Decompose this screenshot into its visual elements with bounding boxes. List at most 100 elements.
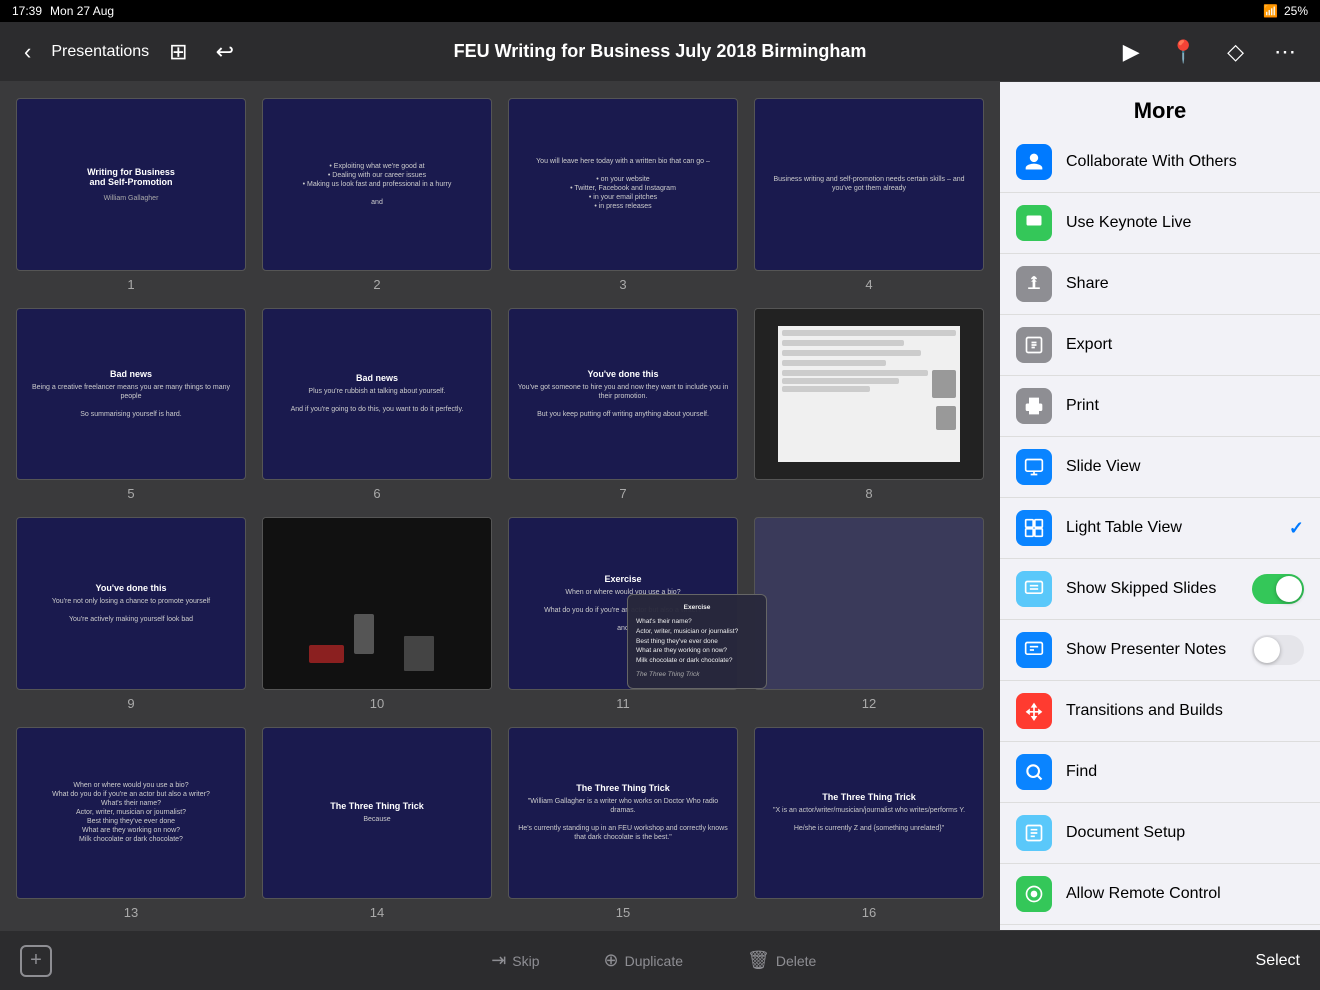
slide-item[interactable]: 10 bbox=[262, 517, 492, 711]
slide-item[interactable]: You will leave here today with a written… bbox=[508, 98, 738, 292]
sidebar-item-collaborate[interactable]: Collaborate With Others bbox=[1000, 132, 1320, 193]
slide-item[interactable]: Bad news Being a creative freelancer mea… bbox=[16, 308, 246, 502]
slide-body: You're not only losing a chance to promo… bbox=[25, 597, 237, 624]
select-button[interactable]: Select bbox=[1256, 952, 1300, 970]
sidebar-item-show-notes[interactable]: Show Presenter Notes bbox=[1000, 620, 1320, 681]
top-bar: ‹ Presentations ⊞ ↩ FEU Writing for Busi… bbox=[0, 22, 1320, 82]
slide-thumbnail[interactable]: Bad news Being a creative freelancer mea… bbox=[16, 308, 246, 481]
slide-thumbnail[interactable]: • Exploiting what we're good at• Dealing… bbox=[262, 98, 492, 271]
slide-item[interactable]: You've done this You're not only losing … bbox=[16, 517, 246, 711]
slide-number: 10 bbox=[370, 696, 384, 711]
sidebar-label: Slide View bbox=[1066, 458, 1304, 476]
duplicate-label: Duplicate bbox=[625, 953, 683, 969]
play-button[interactable]: ▶ bbox=[1115, 35, 1148, 69]
duplicate-button[interactable]: ⊕ Duplicate bbox=[592, 942, 695, 979]
show-notes-toggle[interactable] bbox=[1252, 635, 1304, 665]
sidebar-item-find[interactable]: Find bbox=[1000, 742, 1320, 803]
slide-thumbnail[interactable]: You've done this You're not only losing … bbox=[16, 517, 246, 690]
slide-item[interactable]: The Three Thing Trick "X is an actor/wri… bbox=[754, 727, 984, 921]
slide-number: 11 bbox=[616, 696, 630, 711]
slide-thumbnail[interactable]: The Three Thing Trick Because bbox=[262, 727, 492, 900]
sidebar-item-light-table[interactable]: Light Table View ✓ bbox=[1000, 498, 1320, 559]
sidebar-label: Share bbox=[1066, 275, 1304, 293]
slide-item[interactable]: Exercise When or where would you use a b… bbox=[508, 517, 738, 711]
sidebar-label: Allow Remote Control bbox=[1066, 885, 1304, 903]
sidebar-label: Export bbox=[1066, 336, 1304, 354]
back-button[interactable]: ‹ bbox=[16, 35, 39, 69]
sidebar-item-show-skipped[interactable]: Show Skipped Slides bbox=[1000, 559, 1320, 620]
slide-item[interactable]: Writing for Businessand Self-Promotion W… bbox=[16, 98, 246, 292]
slide-number: 13 bbox=[124, 905, 138, 920]
slide-thumbnail[interactable]: The Three Thing Trick "William Gallagher… bbox=[508, 727, 738, 900]
slide-item[interactable]: When or where would you use a bio?What d… bbox=[16, 727, 246, 921]
sidebar-item-document-setup[interactable]: Document Setup bbox=[1000, 803, 1320, 864]
sidebar-item-transitions[interactable]: Transitions and Builds bbox=[1000, 681, 1320, 742]
slide-item[interactable]: Bad news Plus you're rubbish at talking … bbox=[262, 308, 492, 502]
sidebar-item-allow-remote[interactable]: Allow Remote Control bbox=[1000, 864, 1320, 925]
sidebar-item-share[interactable]: ⬆ Share bbox=[1000, 254, 1320, 315]
duplicate-icon: ⊕ bbox=[604, 950, 619, 971]
slide-body: Business writing and self-promotion need… bbox=[763, 175, 975, 193]
slide-title: Exercise bbox=[517, 574, 729, 584]
slide-popup: Exercise What's their name? Actor, write… bbox=[627, 594, 767, 688]
transitions-icon bbox=[1016, 693, 1052, 729]
slide-item[interactable]: The Three Thing Trick "William Gallagher… bbox=[508, 727, 738, 921]
sidebar-item-export[interactable]: Export bbox=[1000, 315, 1320, 376]
slide-body: Being a creative freelancer means you ar… bbox=[25, 383, 237, 419]
delete-button[interactable]: 🗑 Delete bbox=[735, 942, 828, 979]
slide-item[interactable]: 12 bbox=[754, 517, 984, 711]
slide-thumbnail[interactable] bbox=[262, 517, 492, 690]
sidebar-label: Show Presenter Notes bbox=[1066, 641, 1238, 659]
main-area: Writing for Businessand Self-Promotion W… bbox=[0, 82, 1320, 930]
sidebar-item-print[interactable]: Print bbox=[1000, 376, 1320, 437]
slide-thumbnail[interactable] bbox=[754, 308, 984, 481]
slide-number: 7 bbox=[619, 486, 626, 501]
slide-thumbnail[interactable]: Business writing and self-promotion need… bbox=[754, 98, 984, 271]
undo-button[interactable]: ↩ bbox=[208, 35, 242, 69]
sidebar-item-keynote-live[interactable]: Use Keynote Live bbox=[1000, 193, 1320, 254]
document-title: FEU Writing for Business July 2018 Birmi… bbox=[454, 41, 867, 61]
checkmark-icon: ✓ bbox=[1289, 518, 1304, 539]
slide-item[interactable]: The Three Thing Trick Because 14 bbox=[262, 727, 492, 921]
slide-item[interactable]: Business writing and self-promotion need… bbox=[754, 98, 984, 292]
slide-thumbnail[interactable]: When or where would you use a bio?What d… bbox=[16, 727, 246, 900]
toggle-switch[interactable] bbox=[1252, 574, 1304, 604]
shape-button[interactable]: ◇ bbox=[1219, 35, 1252, 69]
popup-item: What's their name? bbox=[636, 617, 758, 627]
slide-thumbnail[interactable]: You will leave here today with a written… bbox=[508, 98, 738, 271]
slide-thumbnail[interactable]: Bad news Plus you're rubbish at talking … bbox=[262, 308, 492, 481]
popup-item: Milk chocolate or dark chocolate? bbox=[636, 656, 758, 666]
slide-body: "X is an actor/writer/musician/journalis… bbox=[763, 806, 975, 833]
slide-title: The Three Thing Trick bbox=[517, 783, 729, 793]
sidebar-label: Document Setup bbox=[1066, 824, 1304, 842]
slide-item[interactable]: • Exploiting what we're good at• Dealing… bbox=[262, 98, 492, 292]
more-button[interactable]: ⋯ bbox=[1266, 35, 1304, 69]
sidebar-item-slide-view[interactable]: Slide View bbox=[1000, 437, 1320, 498]
delete-label: Delete bbox=[776, 953, 816, 969]
slide-body: Plus you're rubbish at talking about you… bbox=[271, 387, 483, 414]
show-skipped-toggle[interactable] bbox=[1252, 574, 1304, 604]
toggle-switch[interactable] bbox=[1252, 635, 1304, 665]
slide-grid: Writing for Businessand Self-Promotion W… bbox=[16, 98, 984, 930]
slide-item[interactable]: 8 bbox=[754, 308, 984, 502]
slide-thumbnail[interactable] bbox=[754, 517, 984, 690]
export-icon bbox=[1016, 327, 1052, 363]
time: 17:39 bbox=[12, 4, 42, 18]
slide-number: 3 bbox=[619, 277, 626, 292]
skip-button[interactable]: ⇥ Skip bbox=[479, 942, 551, 979]
presentations-link[interactable]: Presentations bbox=[51, 43, 149, 61]
grid-view-button[interactable]: ⊞ bbox=[161, 35, 195, 69]
slide-thumbnail[interactable]: You've done this You've got someone to h… bbox=[508, 308, 738, 481]
slide-item[interactable]: You've done this You've got someone to h… bbox=[508, 308, 738, 502]
slide-thumbnail[interactable]: Writing for Businessand Self-Promotion W… bbox=[16, 98, 246, 271]
sidebar-label: Show Skipped Slides bbox=[1066, 580, 1238, 598]
bottom-bar: + ⇥ Skip ⊕ Duplicate 🗑 Delete Select bbox=[0, 930, 1320, 990]
add-slide-button[interactable]: + bbox=[20, 945, 52, 977]
delete-icon: 🗑 bbox=[747, 950, 770, 971]
popup-title: Exercise bbox=[636, 603, 758, 613]
pin-button[interactable]: 📍 bbox=[1162, 35, 1205, 69]
slide-grid-area[interactable]: Writing for Businessand Self-Promotion W… bbox=[0, 82, 1000, 930]
slide-number: 1 bbox=[127, 277, 134, 292]
slide-thumbnail[interactable]: Exercise When or where would you use a b… bbox=[508, 517, 738, 690]
slide-thumbnail[interactable]: The Three Thing Trick "X is an actor/wri… bbox=[754, 727, 984, 900]
